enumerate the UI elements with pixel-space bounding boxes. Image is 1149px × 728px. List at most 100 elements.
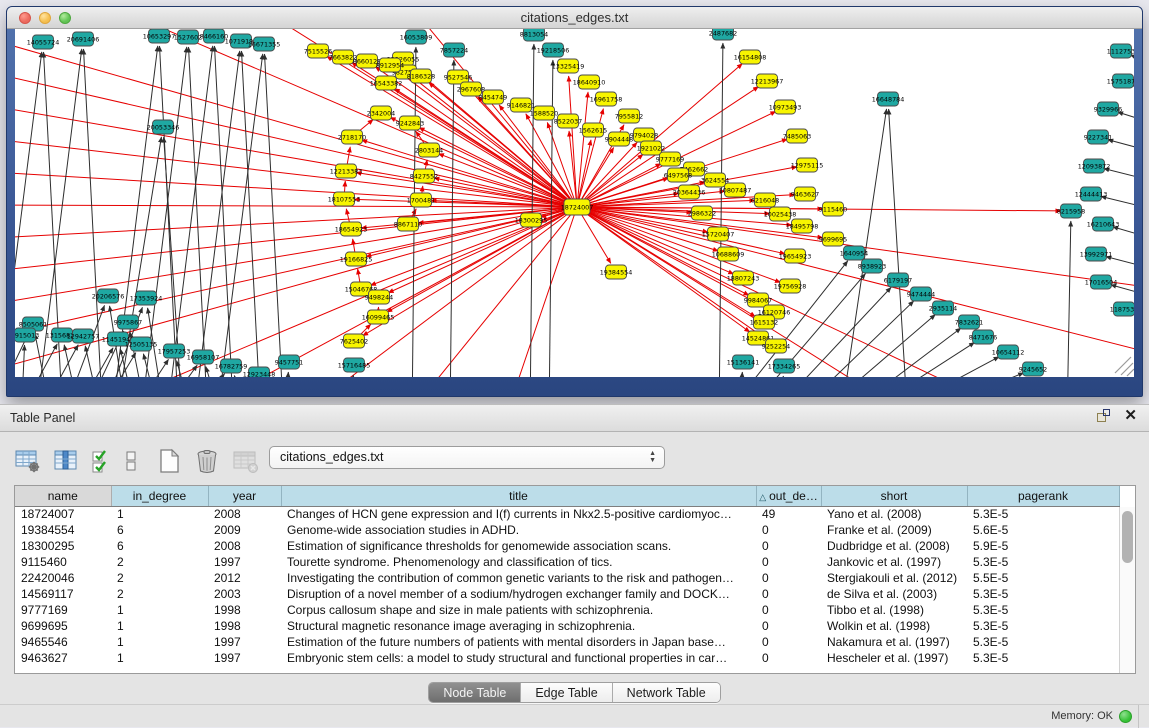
show-columns-button[interactable] (53, 447, 79, 475)
delete-column-button[interactable] (193, 447, 221, 475)
graph-node[interactable]: 19756928 (774, 279, 807, 293)
graph-node[interactable]: 2803144 (415, 143, 443, 157)
graph-node[interactable]: 9227341 (1084, 130, 1112, 144)
graph-node[interactable]: 18640910 (573, 75, 606, 89)
graph-node[interactable]: 12093872 (1078, 159, 1111, 173)
graph-node[interactable]: 13992971 (1080, 247, 1113, 261)
graph-node[interactable]: 8215958 (1057, 204, 1085, 218)
graph-node[interactable]: 18495798 (786, 219, 819, 233)
column-header-short[interactable]: short (821, 486, 967, 506)
graph-node[interactable]: 9699695 (819, 232, 847, 246)
graph-node[interactable]: 17016504 (1085, 275, 1118, 289)
tab-network-table[interactable]: Network Table (613, 683, 720, 702)
table-row[interactable]: 946554611997Estimation of the future num… (15, 634, 1119, 650)
graph-node[interactable]: 1562615 (579, 123, 607, 137)
graph-node[interactable]: 12444413 (1075, 187, 1108, 201)
table-selector-dropdown[interactable]: citations_edges.txt ▲▼ (269, 446, 665, 469)
graph-node[interactable]: 10654112 (992, 345, 1025, 359)
graph-node[interactable]: 9252254 (762, 339, 790, 353)
graph-node[interactable]: 20691406 (67, 32, 100, 46)
graph-node[interactable]: 9498244 (365, 290, 393, 304)
graph-node[interactable]: 9474444 (907, 287, 935, 301)
graph-node[interactable]: 6497568 (664, 168, 692, 182)
table-row[interactable]: 969969511998Structural magnetic resonanc… (15, 618, 1119, 634)
graph-node[interactable]: 8912954 (376, 58, 404, 72)
graph-node[interactable]: 16210643 (1087, 217, 1120, 231)
window-titlebar[interactable]: citations_edges.txt (7, 7, 1142, 29)
table-row[interactable]: 1456911722003Disruption of a novel membe… (15, 586, 1119, 602)
graph-node[interactable]: 15720407 (702, 227, 735, 241)
graph-node[interactable]: 9457751 (275, 355, 303, 369)
graph-node[interactable]: 1527602 (174, 30, 202, 44)
create-column-button[interactable] (156, 447, 182, 475)
graph-node[interactable]: 17334265 (768, 359, 801, 373)
table-row[interactable]: 946362711997Embryonic stem cells: a mode… (15, 650, 1119, 666)
graph-node[interactable]: 19218506 (537, 43, 570, 57)
graph-node[interactable]: 1615132 (750, 315, 778, 329)
graph-node[interactable]: 1640954 (840, 246, 868, 260)
graph-node[interactable]: 14055724 (27, 35, 60, 49)
scrollbar-thumb[interactable] (1122, 511, 1133, 563)
float-panel-icon[interactable] (1097, 409, 1110, 422)
select-columns-button[interactable] (90, 447, 112, 475)
graph-node[interactable]: 9794028 (630, 128, 658, 142)
graph-node[interactable]: 15751874 (1107, 74, 1134, 88)
graph-node[interactable]: 19654923 (779, 249, 812, 263)
graph-node[interactable]: 7857224 (440, 43, 468, 57)
graph-node[interactable]: 9115460 (819, 202, 847, 216)
graph-node[interactable]: 12923448 (243, 367, 276, 377)
graph-node[interactable]: 2718170 (338, 130, 366, 144)
graph-node[interactable]: 1187531 (1110, 302, 1134, 316)
graph-node[interactable]: 2935114 (929, 301, 957, 315)
graph-node[interactable]: 13325419 (552, 59, 585, 73)
graph-node[interactable]: 7832621 (955, 315, 983, 329)
graph-node[interactable]: 8471676 (969, 330, 997, 344)
graph-node[interactable]: 15136141 (727, 355, 760, 369)
graph-node[interactable]: 8454749 (479, 90, 507, 104)
graph-node[interactable]: 12213383 (330, 164, 363, 178)
table-row[interactable]: 977716911998Corpus callosum shape and si… (15, 602, 1119, 618)
graph-node[interactable]: 7955812 (615, 109, 643, 123)
graph-node[interactable]: 8938923 (858, 259, 886, 273)
tab-node-table[interactable]: Node Table (429, 683, 521, 702)
graph-node[interactable]: 9245652 (1019, 362, 1047, 376)
column-header-title[interactable]: title (281, 486, 756, 506)
table-scrollbar[interactable] (1119, 507, 1135, 673)
graph-node[interactable]: 9915013 (15, 328, 39, 342)
close-panel-icon[interactable]: ✕ (1124, 409, 1137, 422)
graph-node[interactable]: 17957253 (158, 344, 191, 358)
table-row[interactable]: 1872400712008Changes of HCN gene express… (15, 506, 1119, 522)
graph-node[interactable]: 19384554 (600, 265, 633, 279)
graph-node[interactable]: 1700481 (407, 193, 435, 207)
table-row[interactable]: 1830029562008Estimation of significance … (15, 538, 1119, 554)
graph-node[interactable]: 6216048 (751, 193, 779, 207)
network-canvas[interactable]: 1872400718300295193845541332541918640910… (15, 29, 1134, 377)
graph-node[interactable]: 10973493 (769, 100, 802, 114)
graph-node[interactable]: 8186328 (407, 69, 435, 83)
graph-node[interactable]: 2487682 (709, 29, 737, 40)
graph-node[interactable]: 8427552 (410, 169, 438, 183)
graph-node[interactable]: 6179197 (884, 273, 912, 287)
graph-node[interactable]: 8813054 (520, 29, 548, 41)
column-header-in_degree[interactable]: in_degree (111, 486, 208, 506)
table-settings-button[interactable] (14, 447, 42, 475)
graph-node[interactable]: 15716485 (338, 358, 371, 372)
graph-node[interactable]: 16053809 (400, 30, 433, 44)
graph-node[interactable]: 2986322 (688, 206, 716, 220)
graph-node[interactable]: 20053346 (147, 120, 180, 134)
graph-node[interactable]: 2342004 (367, 106, 395, 120)
column-header-year[interactable]: year (208, 486, 281, 506)
graph-node[interactable]: 9777169 (656, 152, 684, 166)
graph-node[interactable]: 18654923 (335, 222, 368, 236)
table-row[interactable]: 2242004622012Investigating the contribut… (15, 570, 1119, 586)
column-header-out_de[interactable]: △out_de… (756, 486, 821, 506)
graph-node[interactable]: 16648784 (872, 92, 905, 106)
graph-hub-node[interactable]: 18724007 (561, 199, 594, 215)
table-row[interactable]: 911546021997Tourette syndrome. Phenomeno… (15, 554, 1119, 570)
column-header-pagerank[interactable]: pagerank (967, 486, 1119, 506)
graph-node[interactable]: 1112753 (1107, 44, 1134, 58)
table-row[interactable]: 1938455462009Genome-wide association stu… (15, 522, 1119, 538)
graph-node[interactable]: 16099465 (362, 310, 395, 324)
tab-edge-table[interactable]: Edge Table (521, 683, 612, 702)
graph-node[interactable]: 7485063 (783, 129, 811, 143)
